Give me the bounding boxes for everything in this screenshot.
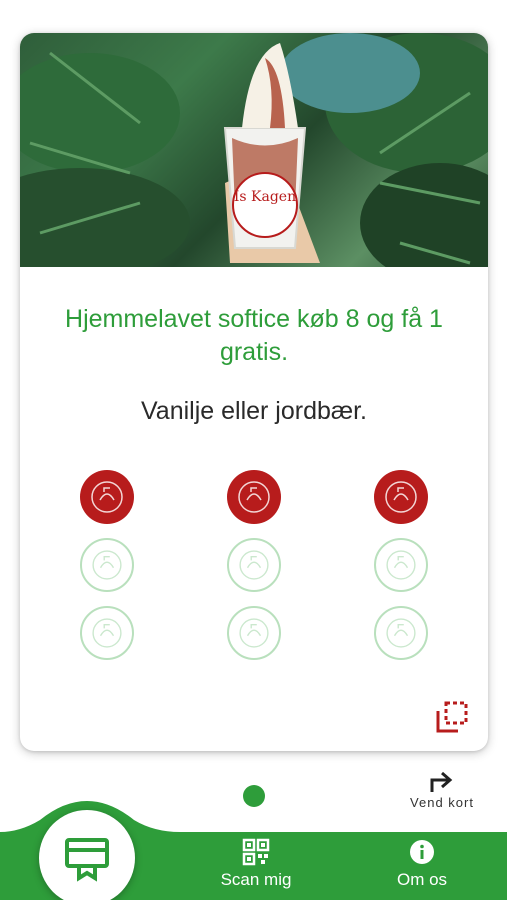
stamp-logo-icon bbox=[238, 481, 270, 513]
stamp-empty bbox=[374, 538, 428, 592]
stamp-filled bbox=[227, 470, 281, 524]
nav-om-os[interactable]: Om os bbox=[372, 838, 472, 894]
loyalty-card-icon bbox=[65, 838, 109, 882]
stamp-card: Is Kagen Hjemmelavet softice køb 8 og få… bbox=[20, 33, 488, 751]
stamp-logo-icon bbox=[239, 618, 269, 648]
info-icon bbox=[410, 840, 434, 864]
stamp-empty bbox=[227, 538, 281, 592]
stamp-empty bbox=[227, 606, 281, 660]
hero-photo: Is Kagen bbox=[20, 33, 488, 267]
nav-scan-mig[interactable]: Scan mig bbox=[206, 838, 306, 894]
offer-subtitle: Vanilje eller jordbær. bbox=[140, 397, 368, 425]
copy-icon[interactable] bbox=[434, 699, 470, 735]
stamp-logo-icon bbox=[92, 618, 122, 648]
stamp-filled bbox=[374, 470, 428, 524]
turn-arrow-icon bbox=[430, 771, 453, 792]
flip-card-label: Vend kort bbox=[410, 795, 474, 810]
stamp-logo-icon bbox=[386, 618, 416, 648]
flip-card-button[interactable]: Vend kort bbox=[396, 766, 488, 814]
svg-text:Is Kagen: Is Kagen bbox=[234, 189, 296, 205]
nav-om-os-label: Om os bbox=[396, 870, 448, 889]
stamp-logo-icon bbox=[385, 481, 417, 513]
qr-code-icon bbox=[242, 838, 270, 866]
stamp-logo-icon bbox=[239, 550, 269, 580]
stamp-empty bbox=[80, 606, 134, 660]
softice-photo-illustration: Is Kagen bbox=[20, 33, 488, 267]
stamp-empty bbox=[80, 538, 134, 592]
stamp-filled bbox=[80, 470, 134, 524]
stamp-logo-icon bbox=[92, 550, 122, 580]
stamp-logo-icon bbox=[91, 481, 123, 513]
stamp-logo-icon bbox=[386, 550, 416, 580]
loyalty-card-button[interactable] bbox=[39, 810, 135, 900]
page-indicator-dot[interactable] bbox=[243, 785, 265, 807]
stamp-empty bbox=[374, 606, 428, 660]
offer-title: Hjemmelavet softice køb 8 og få 1 gratis… bbox=[65, 305, 443, 366]
nav-scan-mig-label: Scan mig bbox=[220, 870, 292, 889]
